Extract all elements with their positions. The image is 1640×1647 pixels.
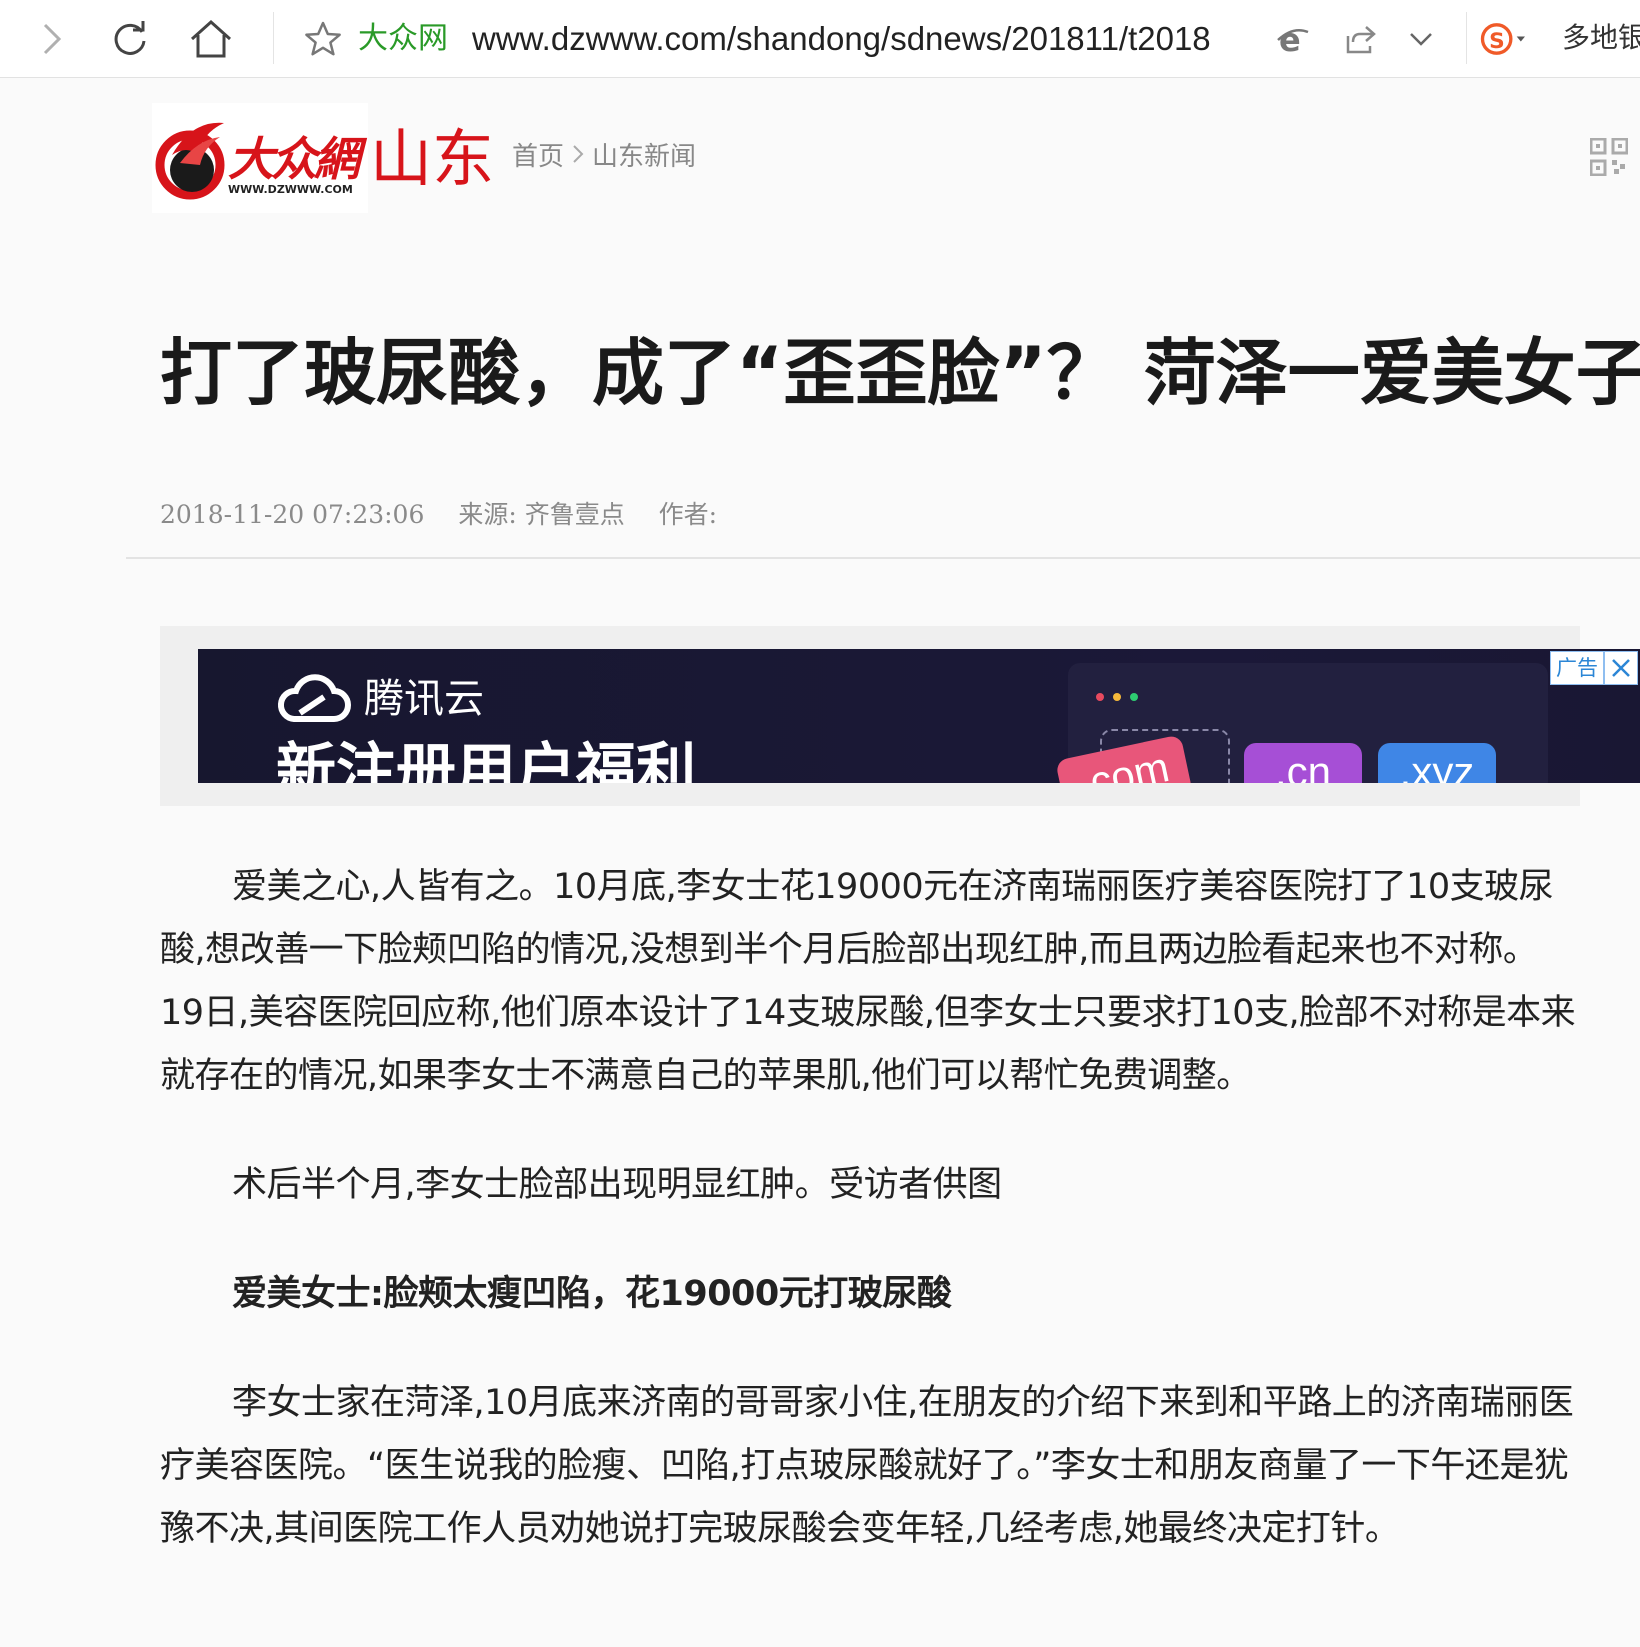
- ad-banner[interactable]: 腾讯云 新注册用户福利 .com .cn .xyz 广告: [198, 649, 1640, 783]
- logo-wordmark: 大众網: [228, 132, 360, 186]
- publish-datetime: 2018-11-20 07:23:06: [160, 500, 425, 529]
- ad-close-icon[interactable]: [1604, 651, 1638, 685]
- domain-tag-cn: .cn: [1244, 743, 1362, 783]
- article-paragraph: 李女士家在菏泽,10月底来济南的哥哥家小住,在朋友的介绍下来到和平路上的济南瑞丽…: [160, 1383, 1574, 1549]
- ad-label[interactable]: 广告: [1550, 651, 1604, 685]
- forward-icon[interactable]: [26, 14, 76, 64]
- article-body: 爱美之心,人皆有之。10月底,李女士花19000元在济南瑞丽医疗美容医院打了10…: [160, 856, 1580, 1561]
- article-paragraph: 爱美之心,人皆有之。10月底,李女士花19000元在济南瑞丽医疗美容医院打了10…: [160, 867, 1576, 1096]
- svg-text:e: e: [1279, 22, 1301, 56]
- multi-bank-label[interactable]: 多地银: [1562, 18, 1640, 58]
- breadcrumb: 首页 山东新闻: [512, 139, 696, 175]
- breadcrumb-section-link[interactable]: 山东新闻: [592, 139, 696, 175]
- region-title[interactable]: 山东: [370, 124, 494, 194]
- ie-compat-icon[interactable]: e: [1268, 14, 1318, 64]
- domain-tag-xyz: .xyz: [1378, 743, 1496, 783]
- article-title: 打了玻尿酸，成了“歪歪脸”？ 菏泽一爱美女子遇: [160, 331, 1640, 415]
- ad-domain-panel: .com .cn .xyz: [1055, 663, 1548, 783]
- qr-code-icon[interactable]: [1589, 137, 1629, 177]
- divider: [126, 557, 1640, 559]
- dropdown-chevron-icon[interactable]: [1396, 14, 1446, 64]
- ad-headline: 新注册用户福利: [276, 737, 696, 783]
- ad-brand-label: 腾讯云: [364, 676, 484, 722]
- refresh-icon[interactable]: [106, 14, 156, 64]
- site-logo[interactable]: 大众網 WWW.DZWWW.COM: [152, 103, 368, 213]
- toolbar-separator: [273, 12, 274, 64]
- browser-toolbar: 大众网 www.dzwww.com/shandong/sdnews/201811…: [0, 0, 1640, 78]
- article-meta: 2018-11-20 07:23:06 来源: 齐鲁壹点 作者:: [160, 497, 743, 533]
- toolbar-separator: [1466, 12, 1467, 64]
- breadcrumb-home-link[interactable]: 首页: [512, 139, 564, 175]
- home-icon[interactable]: [186, 14, 236, 64]
- article-subheading: 爱美女士:脸颊太瘦凹陷，花19000元打玻尿酸: [232, 1274, 952, 1314]
- address-bar-url[interactable]: www.dzwww.com/shandong/sdnews/201811/t20…: [472, 18, 1234, 60]
- svg-text:S: S: [1489, 29, 1505, 54]
- breadcrumb-chevron-icon: [570, 139, 586, 175]
- logo-url-text: WWW.DZWWW.COM: [228, 183, 353, 196]
- ad-brand: 腾讯云: [276, 669, 484, 729]
- logo-flame-icon: [155, 122, 225, 200]
- sogou-icon[interactable]: S: [1480, 14, 1530, 64]
- favorite-star-icon[interactable]: [298, 14, 348, 64]
- article-author: 作者:: [658, 500, 718, 529]
- share-icon[interactable]: [1336, 14, 1386, 64]
- window-dots: [1096, 693, 1138, 701]
- article-source: 来源: 齐鲁壹点: [458, 500, 625, 529]
- site-name-label: 大众网: [358, 21, 448, 56]
- tencent-cloud-icon: [277, 674, 351, 722]
- image-caption: 术后半个月,李女士脸部出现明显红肿。受访者供图: [232, 1165, 1002, 1205]
